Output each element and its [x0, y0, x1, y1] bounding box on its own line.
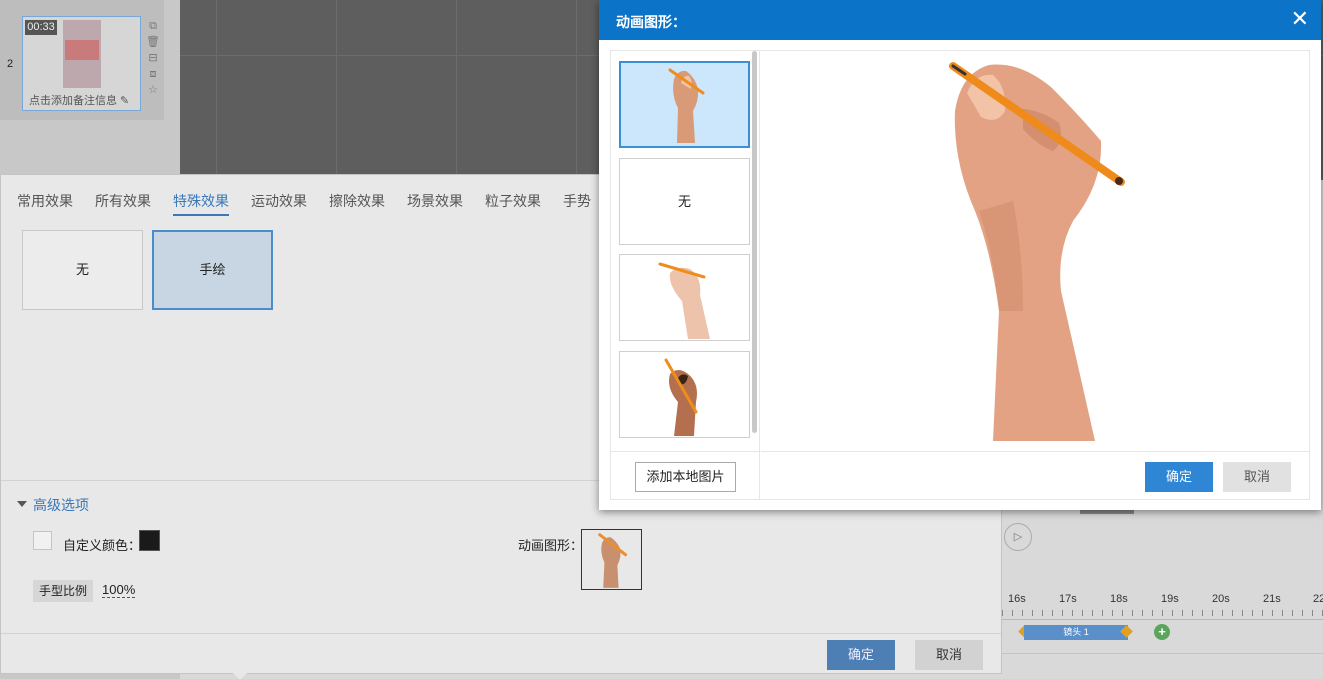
delete-icon[interactable]: 🗑 — [146, 34, 160, 50]
add-keyframe-icon[interactable]: + — [1154, 624, 1170, 640]
shape-preview — [761, 51, 1309, 451]
slide-thumbnail[interactable]: 00:33 点击添加备注信息 ✎ — [22, 16, 141, 111]
hand-pencil-icon — [668, 68, 705, 143]
edit-icon: ✎ — [117, 95, 130, 107]
hand-pencil-icon — [658, 262, 710, 339]
dialog-footer-right: 确定 取消 — [761, 451, 1309, 499]
tick-label: 17s — [1059, 593, 1077, 605]
duplicate-icon[interactable]: ⧈ — [146, 66, 160, 82]
slide-duration: 00:33 — [25, 20, 57, 35]
custom-color-label: 自定义颜色： — [63, 538, 142, 553]
add-local-image-button[interactable]: 添加本地图片 — [635, 462, 736, 492]
insert-icon[interactable]: ⊟ — [146, 50, 160, 66]
hand-scale-value[interactable]: 100% — [102, 582, 136, 598]
divider — [1, 633, 1001, 634]
timeline-clip[interactable]: 镜头 1 — [1024, 625, 1128, 640]
dialog-cancel-button[interactable]: 取消 — [1223, 462, 1291, 492]
timeline-ruler[interactable]: 16s 17s 18s 19s 20s 21s 22 — [1002, 590, 1323, 620]
close-icon[interactable]: ✕ — [1291, 8, 1309, 30]
shape-item-hand-upright[interactable] — [619, 61, 750, 148]
anim-shape-label: 动画图形： — [518, 538, 584, 553]
effects-ok-button[interactable]: 确定 — [827, 640, 895, 670]
slide-note-text: 点击添加备注信息 — [29, 95, 117, 107]
shape-item-hand-dark[interactable] — [619, 351, 750, 438]
list-scrollbar[interactable] — [752, 51, 757, 433]
advanced-options-title: 高级选项 — [33, 497, 89, 513]
dialog-title: 动画图形： — [616, 14, 686, 30]
timeline-minor-ticks — [1002, 610, 1323, 616]
hand-pencil-preview-image — [949, 62, 1125, 441]
shape-list: 无 — [611, 51, 760, 451]
hand-pencil-icon — [598, 533, 628, 588]
slide-row[interactable]: 2 00:33 点击添加备注信息 ✎ ⧉ 🗑 ⊟ ⧈ ☆ — [0, 0, 164, 120]
dialog-body: 无 添加本地图片 确定 取消 — [610, 50, 1310, 500]
anim-shape-thumbnail[interactable] — [581, 529, 642, 590]
tick-label: 16s — [1008, 593, 1026, 605]
tab-scene-effects[interactable]: 场景效果 — [407, 191, 463, 214]
slide-tools: ⧉ 🗑 ⊟ ⧈ ☆ — [146, 18, 160, 98]
hand-pencil-icon — [664, 358, 698, 436]
tab-wipe-effects[interactable]: 擦除效果 — [329, 191, 385, 214]
slide-preview-image — [63, 20, 101, 88]
tab-special-effects[interactable]: 特殊效果 — [173, 191, 229, 216]
effects-cancel-button[interactable]: 取消 — [915, 640, 983, 670]
resize-handle — [1080, 510, 1134, 514]
shape-item-label: 无 — [677, 194, 691, 209]
effect-option-hand-drawn[interactable]: 手绘 — [152, 230, 273, 310]
hand-scale-label: 手型比例 — [33, 580, 94, 602]
tab-all-effects[interactable]: 所有效果 — [95, 191, 151, 214]
copy-icon[interactable]: ⧉ — [146, 18, 160, 34]
triangle-down-icon — [17, 501, 27, 507]
tick-label: 19s — [1161, 593, 1179, 605]
tab-particle-effects[interactable]: 粒子效果 — [485, 191, 541, 214]
custom-color-checkbox[interactable] — [33, 531, 52, 550]
tick-label: 22 — [1313, 593, 1323, 605]
advanced-options-toggle[interactable]: 高级选项 — [17, 495, 89, 515]
dialog-ok-button[interactable]: 确定 — [1145, 462, 1213, 492]
slide-number: 2 — [7, 58, 14, 70]
timeline: ▷ 16s 17s 18s 19s 20s 21s 22 镜头 1 + — [1002, 515, 1323, 679]
star-icon[interactable]: ☆ — [146, 82, 160, 98]
tab-gesture[interactable]: 手势 — [563, 191, 591, 214]
shape-item-hand-relaxed[interactable] — [619, 254, 750, 341]
slide-note[interactable]: 点击添加备注信息 ✎ — [29, 92, 129, 108]
custom-color-swatch[interactable] — [139, 530, 160, 551]
dialog-footer-left: 添加本地图片 — [611, 451, 760, 499]
dialog-header: 动画图形： ✕ — [599, 0, 1321, 40]
effect-option-none[interactable]: 无 — [22, 230, 143, 310]
shape-item-none[interactable]: 无 — [619, 158, 750, 245]
play-icon[interactable]: ▷ — [1004, 523, 1032, 551]
divider — [1002, 653, 1323, 654]
tick-label: 21s — [1263, 593, 1281, 605]
tick-label: 18s — [1110, 593, 1128, 605]
animation-shape-dialog: 动画图形： ✕ 无 添加本地图片 确定 取消 — [599, 0, 1321, 510]
effects-tabs: 常用效果 所有效果 特殊效果 运动效果 擦除效果 场景效果 粒子效果 手势 — [17, 191, 613, 216]
tab-motion-effects[interactable]: 运动效果 — [251, 191, 307, 214]
tick-label: 20s — [1212, 593, 1230, 605]
tab-common-effects[interactable]: 常用效果 — [17, 191, 73, 214]
